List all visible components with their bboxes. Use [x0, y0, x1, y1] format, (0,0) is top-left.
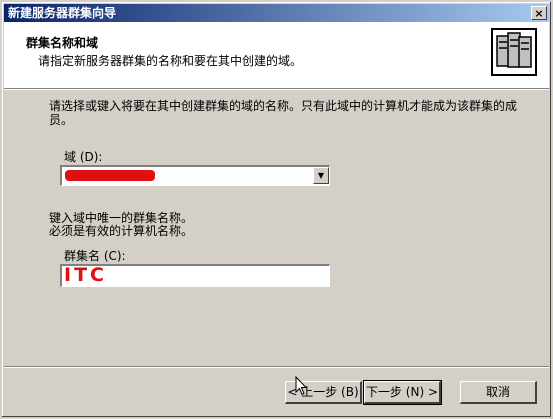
instruction-text: 请选择或键入将要在其中创建群集的域的名称。只有此域中的计算机才能成为该群集的成员… [49, 99, 518, 127]
cluster-name-input[interactable]: ITC [60, 264, 330, 287]
close-button[interactable]: × [531, 6, 547, 20]
domain-combobox[interactable]: ▼ [60, 165, 330, 186]
cancel-button[interactable]: 取消 [460, 381, 537, 404]
window-title: 新建服务器群集向导 [8, 6, 117, 20]
server-cluster-icon [491, 28, 537, 76]
cluster-hint-2: 必须是有效的计算机名称。 [49, 224, 194, 238]
mouse-pointer-icon [295, 376, 307, 396]
cluster-name-label: 群集名 (C): [64, 249, 126, 263]
header-subtitle: 请指定新服务器群集的名称和要在其中创建的域。 [38, 54, 303, 68]
domain-label: 域 (D): [64, 150, 103, 164]
footer-divider [4, 366, 549, 368]
chevron-down-icon: ▼ [317, 171, 325, 180]
wizard-window: 新建服务器群集向导 × 群集名称和域 请指定新服务器群集的名称和要在其中创建的域… [0, 0, 553, 419]
wizard-header: 群集名称和域 请指定新服务器群集的名称和要在其中创建的域。 [4, 22, 549, 89]
domain-value-redacted [65, 170, 155, 181]
next-button[interactable]: 下一步 (N) > [363, 380, 442, 405]
title-bar[interactable]: 新建服务器群集向导 × [4, 4, 549, 22]
cluster-name-value: ITC [64, 264, 107, 286]
close-icon: × [534, 7, 544, 20]
header-divider [4, 89, 549, 90]
header-title: 群集名称和域 [26, 36, 99, 50]
dropdown-button[interactable]: ▼ [313, 167, 329, 184]
